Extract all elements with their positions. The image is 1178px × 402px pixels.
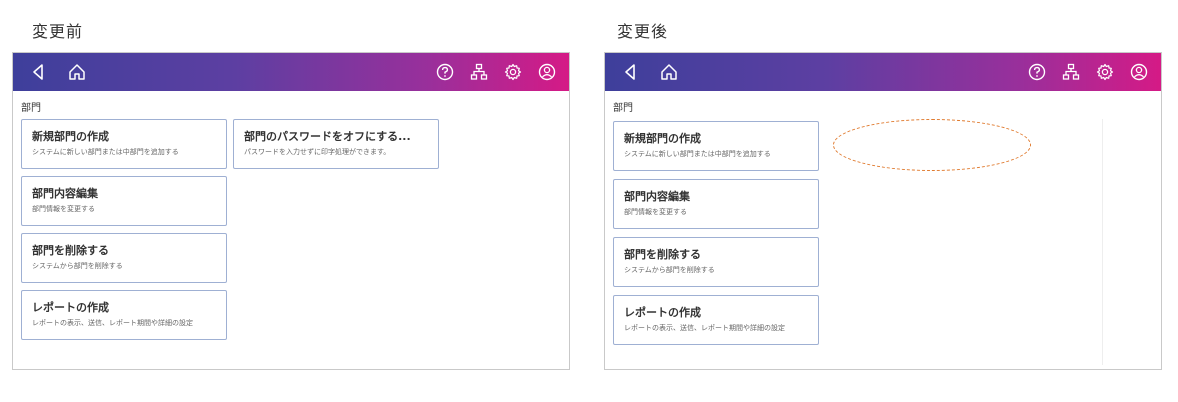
tile-title: 新規部門の作成 [624,132,701,145]
before-screen: 部門 新規部門の作成 システムに新しい部門または中部門を追加する 部門のパスワー… [12,52,570,370]
removed-item-highlight [833,119,1031,171]
help-icon[interactable] [1027,62,1047,82]
create-report-tile[interactable]: レポートの作成 レポートの表示、送信、レポート期間や詳細の設定 [21,290,227,340]
tile-description: システムから部門を削除する [32,262,123,270]
settings-icon[interactable] [1095,62,1115,82]
network-icon[interactable] [1061,62,1081,82]
after-header-bar [605,53,1161,91]
tile-title: 部門を削除する [32,244,109,257]
tile-description: レポートの表示、送信、レポート期間や詳細の設定 [32,319,193,327]
tile-title: 新規部門の作成 [32,130,109,143]
home-icon[interactable] [659,62,679,82]
tile-description: レポートの表示、送信、レポート期間や詳細の設定 [624,324,785,332]
tile-description: 部門情報を変更する [32,205,95,213]
section-title: 部門 [21,103,41,114]
after-screen: 部門 新規部門の作成 システムに新しい部門または中部門を追加する 部門内容編集 … [604,52,1162,370]
help-icon[interactable] [435,62,455,82]
edit-department-tile[interactable]: 部門内容編集 部門情報を変更する [613,179,819,229]
tile-title: 部門のパスワードをオフにする... [244,130,411,143]
before-header-bar [13,53,569,91]
home-icon[interactable] [67,62,87,82]
create-report-tile[interactable]: レポートの作成 レポートの表示、送信、レポート期間や詳細の設定 [613,295,819,345]
tile-title: 部門内容編集 [624,190,690,203]
section-title: 部門 [613,103,633,114]
before-caption: 変更前 [32,22,84,41]
edit-department-tile[interactable]: 部門内容編集 部門情報を変更する [21,176,227,226]
delete-department-tile[interactable]: 部門を削除する システムから部門を削除する [21,233,227,283]
create-department-tile[interactable]: 新規部門の作成 システムに新しい部門または中部門を追加する [613,121,819,171]
tile-title: レポートの作成 [32,301,109,314]
back-icon[interactable] [621,62,641,82]
comparison-figure: 変更前 部門 新規部門の作成 システムに新しい部門または中部門を追加する 部門の… [0,0,1178,402]
back-icon[interactable] [29,62,49,82]
tile-title: 部門を削除する [624,248,701,261]
account-icon[interactable] [1129,62,1149,82]
tile-title: レポートの作成 [624,306,701,319]
delete-department-tile[interactable]: 部門を削除する システムから部門を削除する [613,237,819,287]
tile-description: システムに新しい部門または中部門を追加する [32,148,179,156]
tile-description: システムから部門を削除する [624,266,715,274]
faint-divider [1102,119,1103,365]
tile-description: 部門情報を変更する [624,208,687,216]
create-department-tile[interactable]: 新規部門の作成 システムに新しい部門または中部門を追加する [21,119,227,169]
after-caption: 変更後 [617,22,669,41]
tile-description: パスワードを入力せずに印字処理ができます。 [244,148,391,156]
tile-title: 部門内容編集 [32,187,98,200]
network-icon[interactable] [469,62,489,82]
account-icon[interactable] [537,62,557,82]
password-off-tile[interactable]: 部門のパスワードをオフにする... パスワードを入力せずに印字処理ができます。 [233,119,439,169]
tile-description: システムに新しい部門または中部門を追加する [624,150,771,158]
settings-icon[interactable] [503,62,523,82]
